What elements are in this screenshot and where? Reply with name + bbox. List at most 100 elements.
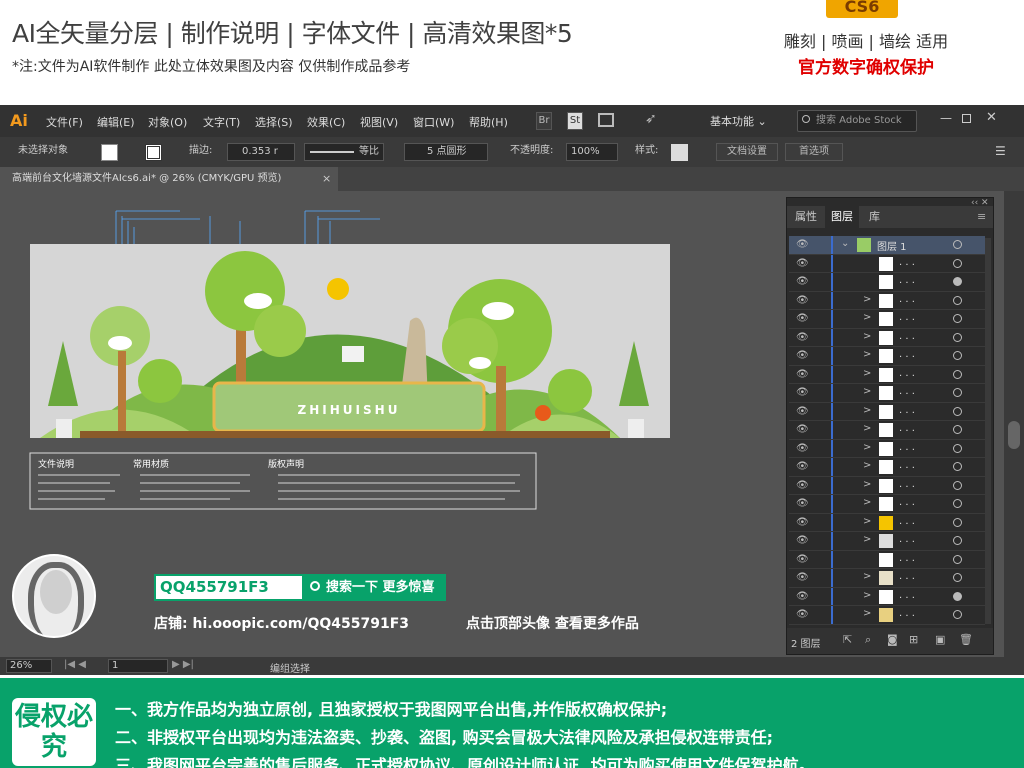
visibility-eye-icon[interactable]: 👁 (796, 295, 809, 306)
sublayer-row[interactable]: 👁 > . . . (789, 476, 985, 495)
target-circle-icon[interactable] (953, 295, 962, 305)
sublayer-name[interactable]: . . . (899, 460, 915, 471)
sublayer-name[interactable]: . . . (899, 368, 915, 379)
stroke-swatch[interactable] (145, 144, 162, 161)
sublayer-name[interactable]: . . . (899, 534, 915, 545)
sublayer-row[interactable]: 👁 . . . (789, 273, 985, 292)
minimize-icon[interactable]: — (940, 111, 952, 125)
visibility-eye-icon[interactable]: 👁 (796, 609, 809, 620)
scroll-thumb[interactable] (1008, 421, 1020, 449)
sublayer-name[interactable]: . . . (899, 442, 915, 453)
gpu-rocket-icon[interactable]: ➶ (645, 111, 657, 127)
sublayer-name[interactable]: . . . (899, 275, 915, 286)
chevron-right-icon[interactable]: > (863, 405, 871, 416)
panel-scrollbar[interactable] (985, 238, 991, 624)
stock-button[interactable]: St (567, 112, 583, 130)
chevron-right-icon[interactable]: > (863, 590, 871, 601)
shop-url-text[interactable]: 店铺: hi.ooopic.com/QQ455791F3 (154, 613, 409, 633)
sublayer-row[interactable]: 👁 > . . . (789, 291, 985, 310)
target-circle-icon[interactable] (953, 258, 962, 268)
panel-menu-icon[interactable]: ≡ (977, 210, 986, 223)
sublayer-row[interactable]: 👁 > . . . (789, 384, 985, 403)
sublayer-name[interactable]: . . . (899, 571, 915, 582)
chevron-right-icon[interactable]: > (863, 294, 871, 305)
stock-search-input[interactable]: 搜索 Adobe Stock (797, 110, 917, 132)
sublayer-row[interactable]: 👁 > . . . (789, 606, 985, 625)
next-page-icon[interactable]: ▶ ▶| (172, 659, 194, 670)
sublayer-name[interactable]: . . . (899, 590, 915, 601)
sublayer-row[interactable]: 👁 > . . . (789, 402, 985, 421)
chevron-right-icon[interactable]: > (863, 608, 871, 619)
chevron-right-icon[interactable]: > (863, 331, 871, 342)
arrange-documents-icon[interactable] (598, 113, 614, 127)
menu-type[interactable]: 文字(T) (203, 114, 240, 130)
visibility-eye-icon[interactable]: 👁 (796, 480, 809, 491)
close-window-icon[interactable]: ✕ (986, 110, 997, 125)
new-sublayer-icon[interactable]: ⊞ (909, 633, 918, 646)
chevron-right-icon[interactable]: > (863, 312, 871, 323)
menu-object[interactable]: 对象(O) (148, 114, 187, 130)
stroke-weight-field[interactable]: 0.353 r (227, 143, 295, 161)
target-circle-icon[interactable] (953, 554, 962, 564)
menu-edit[interactable]: 编辑(E) (97, 114, 135, 130)
sublayer-name[interactable]: . . . (899, 497, 915, 508)
workspace-switcher[interactable]: 基本功能 ⌄ (710, 113, 767, 129)
preferences-button[interactable]: 首选项 (785, 143, 843, 161)
visibility-eye-icon[interactable]: 👁 (796, 498, 809, 509)
menu-effect[interactable]: 效果(C) (307, 114, 345, 130)
sublayer-row[interactable]: 👁 > . . . (789, 458, 985, 477)
close-tab-icon[interactable]: × (322, 172, 331, 185)
chevron-down-icon[interactable]: ⌄ (841, 238, 849, 249)
chevron-right-icon[interactable]: > (863, 349, 871, 360)
visibility-eye-icon[interactable]: 👁 (796, 313, 809, 324)
sublayer-name[interactable]: . . . (899, 386, 915, 397)
sublayer-row[interactable]: 👁 > . . . (789, 347, 985, 366)
target-circle-icon[interactable] (953, 351, 962, 360)
sublayer-row[interactable]: 👁 > . . . (789, 365, 985, 384)
graphic-style-swatch[interactable] (671, 144, 688, 161)
menu-help[interactable]: 帮助(H) (469, 114, 508, 130)
tab-layers[interactable]: 图层 (825, 206, 859, 228)
visibility-eye-icon[interactable]: 👁 (796, 369, 809, 380)
zoom-field[interactable]: 26% (6, 659, 52, 673)
menu-file[interactable]: 文件(F) (46, 114, 83, 130)
shop-cta-text[interactable]: 点击顶部头像 查看更多作品 (466, 613, 639, 633)
qq-field[interactable]: QQ455791F3 (154, 574, 304, 601)
target-circle-icon[interactable] (953, 480, 962, 490)
sublayer-row[interactable]: 👁 > . . . (789, 532, 985, 551)
menu-window[interactable]: 窗口(W) (413, 114, 454, 130)
target-circle-icon[interactable] (953, 332, 962, 342)
target-circle-icon[interactable] (953, 443, 962, 453)
target-circle-icon[interactable] (953, 517, 962, 527)
chevron-right-icon[interactable]: > (863, 423, 871, 434)
bridge-button[interactable]: Br (536, 112, 552, 130)
visibility-eye-icon[interactable]: 👁 (796, 554, 809, 565)
visibility-eye-icon[interactable]: 👁 (796, 239, 809, 250)
clipping-mask-icon[interactable]: ◙ (887, 633, 898, 646)
sublayer-name[interactable]: . . . (899, 479, 915, 490)
chevron-right-icon[interactable]: > (863, 571, 871, 582)
layer-name[interactable]: 图层 1 (877, 238, 907, 253)
target-circle-icon[interactable] (953, 462, 962, 471)
page-field[interactable]: 1 (108, 659, 168, 673)
visibility-eye-icon[interactable]: 👁 (796, 424, 809, 435)
new-layer-icon[interactable]: ▣ (935, 633, 945, 646)
chevron-right-icon[interactable]: > (863, 534, 871, 545)
delete-layer-icon[interactable]: 🗑 (959, 633, 973, 646)
target-circle-icon[interactable] (953, 610, 962, 619)
sublayer-row[interactable]: 👁 > . . . (789, 587, 985, 606)
chevron-right-icon[interactable]: > (863, 516, 871, 527)
visibility-eye-icon[interactable]: 👁 (796, 461, 809, 472)
sublayer-name[interactable]: . . . (899, 331, 915, 342)
locate-object-icon[interactable]: ⌕ (865, 633, 871, 647)
visibility-eye-icon[interactable]: 👁 (796, 332, 809, 343)
sublayer-row[interactable]: 👁 > . . . (789, 569, 985, 588)
fill-swatch[interactable] (101, 144, 118, 161)
sublayer-name[interactable]: . . . (899, 516, 915, 527)
visibility-eye-icon[interactable]: 👁 (796, 258, 809, 269)
sublayer-name[interactable]: . . . (899, 553, 915, 564)
sublayer-row[interactable]: 👁 > . . . (789, 328, 985, 347)
visibility-eye-icon[interactable]: 👁 (796, 443, 809, 454)
menu-select[interactable]: 选择(S) (255, 114, 293, 130)
brush-select[interactable]: 5 点圆形 (404, 143, 488, 161)
